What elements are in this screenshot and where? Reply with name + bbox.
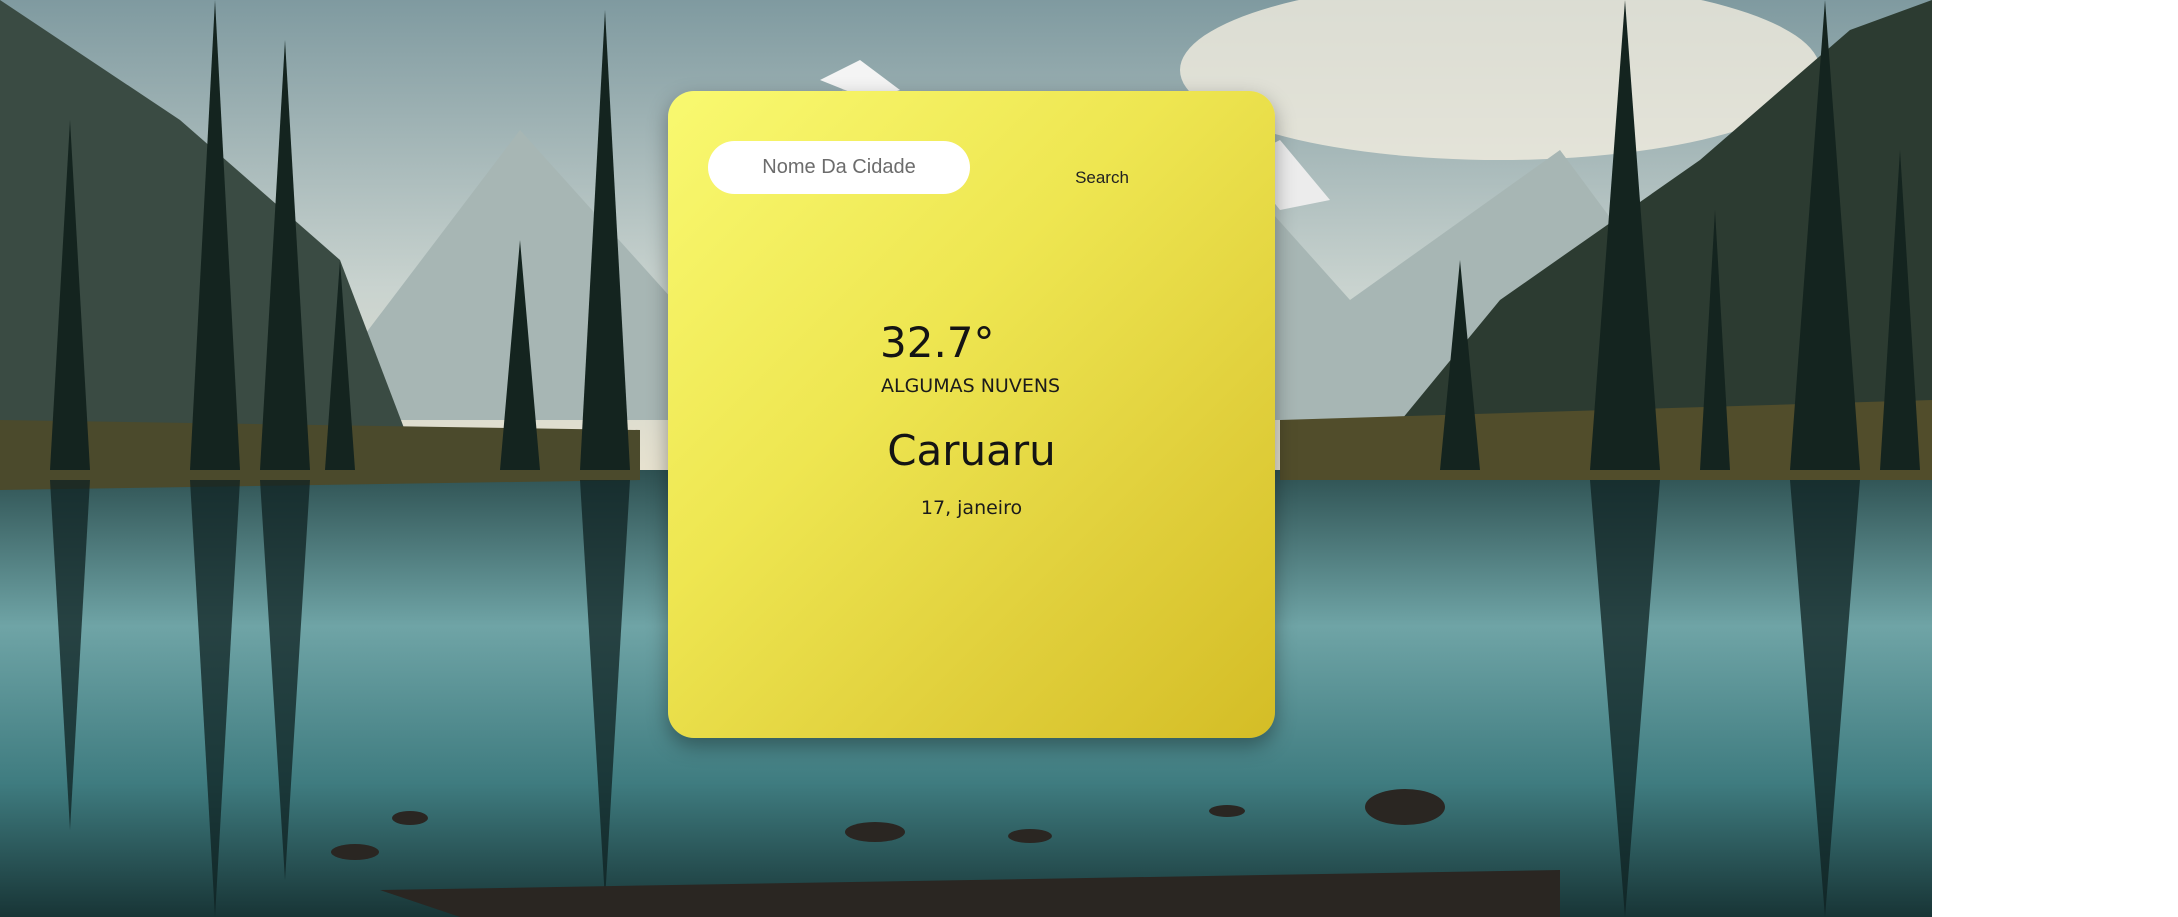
weather-card: Search 32.7° ALGUMAS NUVENS Caruaru 17, … xyxy=(668,91,1275,738)
date-label: 17, janeiro xyxy=(920,497,1023,519)
city-name: Caruaru xyxy=(887,426,1056,475)
city-search-input[interactable] xyxy=(708,141,970,194)
temperature-value: 32.7° xyxy=(880,318,995,367)
search-button[interactable]: Search xyxy=(1054,163,1150,193)
weather-description: ALGUMAS NUVENS xyxy=(881,375,1061,397)
